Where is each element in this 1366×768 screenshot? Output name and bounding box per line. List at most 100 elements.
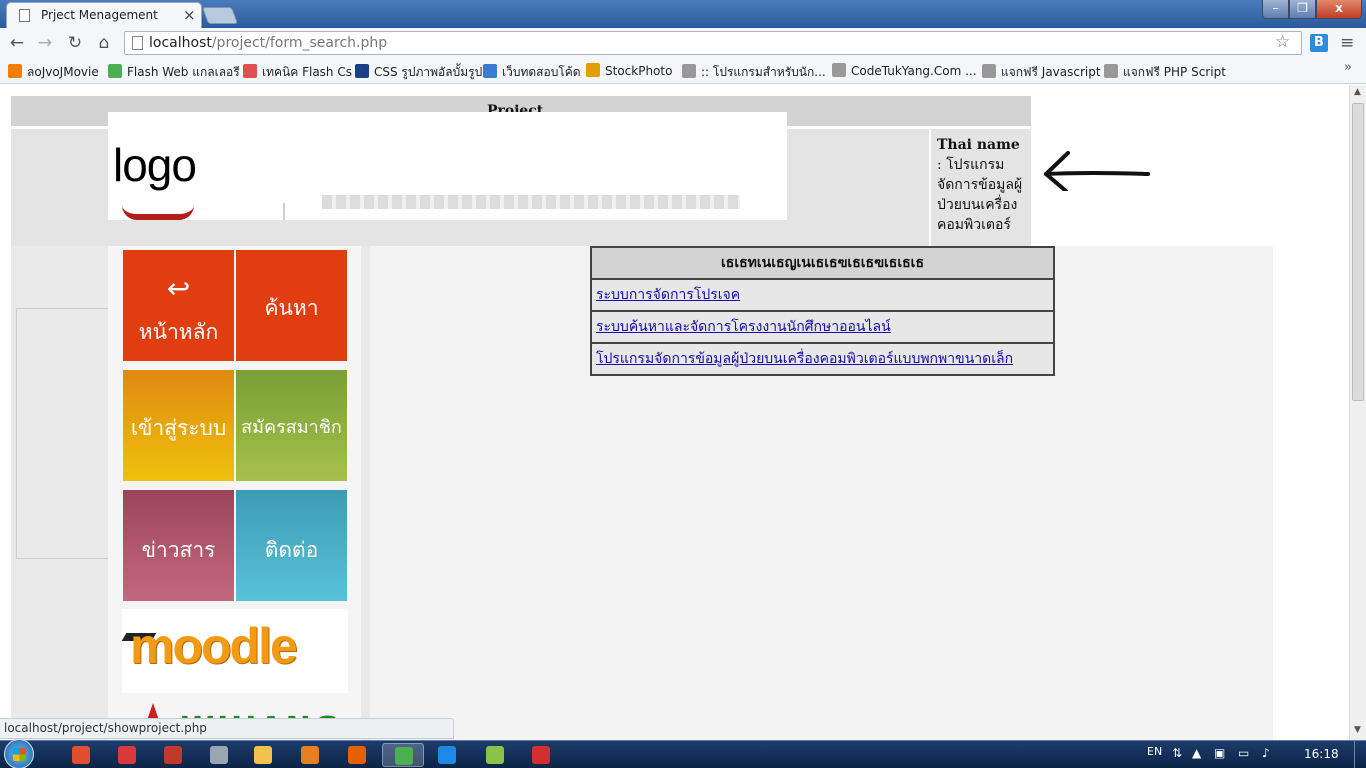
w3c-icon [355,64,369,78]
url-text[interactable]: localhost/project/form_search.php [149,35,387,51]
contact-tile-label: ติดต่อ [264,538,319,562]
status-bar-url: localhost/project/showproject.php [0,718,454,739]
taskbar-app-editor[interactable] [520,743,562,767]
bookmark-label: เทคนิค Flash Cs [262,65,352,79]
left-frame [16,308,110,559]
show-desktop-button[interactable] [1354,741,1366,768]
bookmark-item[interactable]: เว็บทดสอบโค้ด [483,63,581,82]
back-button[interactable]: ← [6,32,28,54]
scroll-up-icon[interactable]: ▲ [1354,87,1361,97]
page-icon [1104,64,1118,78]
upload-icon [118,746,136,764]
bookmark-label: CodeTukYang.Com ... [851,64,977,78]
screenshot-icon [72,746,90,764]
taskbar-app-chrome[interactable] [382,743,424,767]
chrome-icon [395,747,413,765]
moodle-link[interactable]: moodle [121,609,348,693]
bookmark-label: แจกฟรี PHP Script [1123,65,1226,79]
bookmarks-bar: ลoJvoJMovie Flash Web แกลเลอรี เทคนิค Fl… [0,58,1366,84]
bookmark-star-icon[interactable]: ☆ [1275,32,1290,52]
taskbar-app-screenshot[interactable] [60,743,102,767]
search-tile[interactable]: ค้นหา [236,250,347,361]
bookmark-label: StockPhoto [605,64,673,78]
project-link[interactable]: โปรแกรมจัดการข้อมูลผู้ป่วยบนเครื่องคอมพิ… [596,351,1013,367]
taskbar-app-ie[interactable] [426,743,468,767]
reload-button[interactable]: ↻ [64,32,86,54]
minimize-button[interactable]: – [1262,0,1289,19]
bookmark-label: เว็บทดสอบโค้ด [502,65,581,79]
swirl-icon [243,64,257,78]
taskbar-app-explorer[interactable] [242,743,284,767]
page-icon [132,36,143,50]
bookmark-label: :: โปรแกรมสำหรับนัก... [701,65,826,79]
scroll-down-icon[interactable]: ▼ [1354,725,1361,735]
logo-faint-text [322,195,740,209]
bookmark-item[interactable]: เทคนิค Flash Cs [243,63,352,82]
network-icon[interactable]: ▭ [1238,746,1249,760]
bookmark-label: CSS รูปภาพอัลบั้มรูป [374,65,483,79]
new-tab-button[interactable] [201,7,239,24]
thai-name-panel: Thai name : โปรแกรมจัดการข้อมูลผู้ป่วยบน… [931,129,1031,246]
project-link[interactable]: ระบบการจัดการโปรเจค [596,287,740,303]
login-tile-label: เข้าสู่ระบบ [130,416,227,440]
page-icon [982,64,996,78]
bookmark-item[interactable]: ลoJvoJMovie [8,63,99,82]
bookmark-item[interactable]: แจกฟรี Javascript [982,63,1101,82]
tray-expand-icon[interactable]: ▲ [1192,746,1201,760]
return-icon: ↩ [166,272,191,305]
url-path: /project/form_search.php [211,35,388,51]
project-link[interactable]: ระบบค้นหาและจัดการโครงงานนักศึกษาออนไลน์ [596,319,891,335]
news-tile[interactable]: ข่าวสาร [123,490,234,601]
taskbar-app-firefox[interactable] [336,743,378,767]
vertical-scrollbar[interactable]: ▲ ▼ [1349,85,1366,740]
internet-explorer-icon [438,746,456,764]
bookmark-label: แจกฟรี Javascript [1001,65,1101,79]
login-tile[interactable]: เข้าสู่ระบบ [123,370,234,481]
contact-tile[interactable]: ติดต่อ [236,490,347,601]
bookmark-item[interactable]: CodeTukYang.Com ... [832,63,977,78]
folder-icon [254,746,272,764]
bookmark-item[interactable]: StockPhoto [586,63,672,78]
bookmark-item[interactable]: CSS รูปภาพอัลบั้มรูป [355,63,482,82]
table-row: ระบบการจัดการโปรเจค [590,278,1055,312]
volume-icon[interactable]: ♪ [1262,746,1270,760]
address-bar[interactable]: localhost/project/form_search.php ☆ [124,31,1302,55]
taskbar-app-media[interactable] [289,743,331,767]
start-button[interactable] [4,739,34,768]
keyboard-icon[interactable]: ⇅ [1172,746,1182,760]
url-host: localhost [149,35,212,51]
taskbar-app-tool[interactable] [152,743,194,767]
menu-icon[interactable]: ≡ [1340,33,1354,53]
home-button[interactable]: ⌂ [93,32,115,54]
register-tile[interactable]: สมัครสมาชิก [236,370,347,481]
scrollbar-thumb[interactable] [1352,103,1364,401]
logo-divider [283,203,285,220]
taskbar-app-notepad[interactable] [474,743,516,767]
bookmark-item[interactable]: Flash Web แกลเลอรี [108,63,240,82]
language-indicator[interactable]: EN [1147,745,1162,758]
page-icon [682,64,696,78]
bookmark-label: ลoJvoJMovie [27,65,99,79]
taskbar-app-upload[interactable] [106,743,148,767]
device-icon[interactable]: ▣ [1214,746,1225,760]
windows-taskbar: EN ⇅ ▲ ▣ ▭ ♪ 16:18 [0,739,1366,768]
thai-name-label: Thai name [937,137,1020,153]
bookmarks-overflow-button[interactable]: » [1344,60,1352,75]
editor-icon [532,746,550,764]
home-tile[interactable]: ↩ หน้าหลัก [123,250,234,361]
windows-logo-icon [13,748,26,761]
clock[interactable]: 16:18 [1304,747,1339,761]
bookmark-item[interactable]: :: โปรแกรมสำหรับนัก... [682,63,826,82]
project-table: เธเธทเนเธญเนเธเธฃเธเธฃเธเธเธ ระบบการจัดก… [590,246,1055,376]
forward-button[interactable]: → [34,32,56,54]
bookmark-item[interactable]: แจกฟรี PHP Script [1104,63,1226,82]
maximize-button[interactable]: ❐ [1289,0,1316,19]
cloud-icon [483,64,497,78]
close-window-button[interactable]: x [1316,0,1362,19]
taskbar-app-game[interactable] [198,743,240,767]
browser-tab[interactable]: Prject Menagement × [6,2,202,28]
logo-swoosh [122,205,194,220]
extension-button[interactable]: B [1310,34,1328,52]
tab-close-icon[interactable]: × [183,6,196,24]
left-arrow-icon [1044,151,1150,191]
